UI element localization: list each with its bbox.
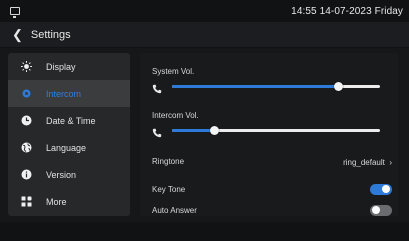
sidebar-item-date-time[interactable]: Date & Time (8, 107, 130, 134)
sidebar-item-intercom[interactable]: Intercom (8, 80, 130, 107)
sun-icon (21, 61, 32, 72)
intercom-volume-fill (172, 128, 214, 132)
clock-icon (21, 115, 32, 126)
sidebar-item-label: Version (46, 169, 77, 180)
sidebar-item-display[interactable]: Display (8, 53, 130, 80)
settings-sidebar: Display Intercom Date & Time Language Ve… (8, 53, 130, 216)
back-chevron-icon[interactable]: ❮ (12, 28, 23, 41)
sidebar-item-label: Intercom (46, 88, 82, 99)
system-volume-label: System Vol. (152, 67, 195, 76)
auto-answer-toggle[interactable] (370, 204, 392, 216)
system-volume-fill (172, 84, 338, 88)
ringtone-row[interactable]: Ringtone ring_default › (152, 151, 392, 171)
grid-icon (21, 196, 32, 207)
settings-header: ❮ Settings (0, 22, 409, 48)
ringtone-value: ring_default (343, 158, 385, 167)
intercom-volume-slider[interactable] (172, 125, 380, 135)
chevron-right-icon: › (389, 158, 392, 167)
clock-text: 14:55 14-07-2023 Friday (291, 5, 403, 17)
key-tone-row: Key Tone (152, 179, 392, 199)
system-volume-slider[interactable] (172, 81, 380, 91)
sidebar-item-label: Display (46, 61, 76, 72)
sidebar-item-version[interactable]: Version (8, 161, 130, 188)
phone-volume-icon (152, 125, 162, 138)
bottom-edge (0, 222, 409, 241)
phone-volume-icon (152, 81, 162, 94)
auto-answer-label: Auto Answer (152, 205, 197, 215)
intercom-volume-label: Intercom Vol. (152, 111, 199, 120)
sidebar-item-label: More (46, 196, 67, 207)
system-volume-setting: System Vol. (152, 67, 392, 94)
info-icon (21, 169, 32, 180)
intercom-volume-setting: Intercom Vol. (152, 111, 392, 138)
sidebar-item-language[interactable]: Language (8, 134, 130, 161)
toggle-thumb (382, 185, 390, 193)
sidebar-item-label: Language (46, 142, 87, 153)
key-tone-label: Key Tone (152, 184, 186, 194)
ringtone-value-group: ring_default › (343, 152, 392, 170)
gear-icon (21, 88, 32, 99)
auto-answer-row: Auto Answer (152, 200, 392, 220)
sidebar-item-more[interactable]: More (8, 188, 130, 215)
toggle-thumb (372, 206, 380, 214)
intercom-volume-handle[interactable] (210, 125, 219, 135)
key-tone-toggle[interactable] (370, 183, 392, 195)
globe-icon (21, 142, 32, 153)
page-title: Settings (30, 28, 71, 41)
intercom-settings-panel: System Vol. Intercom Vol. Ringtone ring_… (140, 53, 398, 216)
system-volume-handle[interactable] (334, 81, 343, 91)
sidebar-item-label: Date & Time (46, 115, 96, 126)
status-bar: 14:55 14-07-2023 Friday (0, 0, 409, 22)
ringtone-label: Ringtone (152, 156, 185, 166)
monitor-icon (10, 7, 20, 18)
